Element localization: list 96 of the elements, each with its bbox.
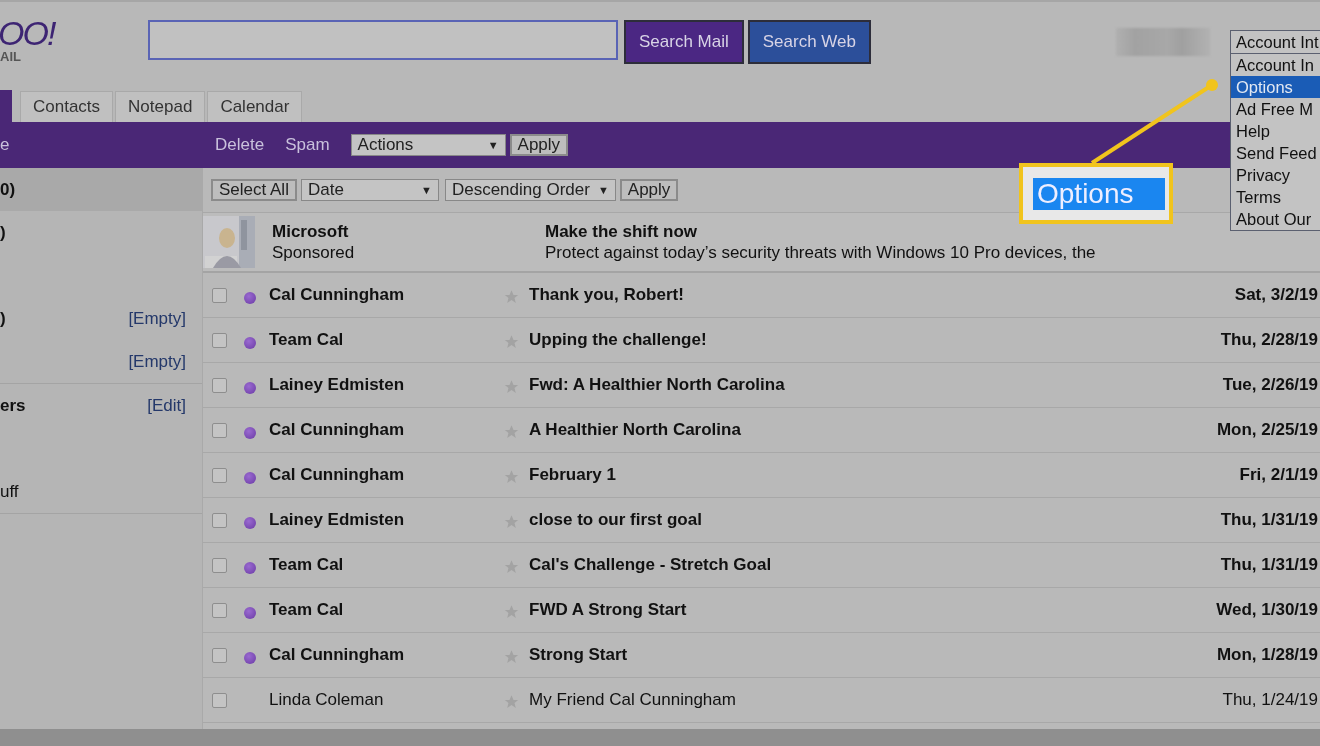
subject[interactable]: close to our first goal [529,510,1221,530]
checkbox[interactable] [212,422,227,438]
subject[interactable]: Fwd: A Healthier North Carolina [529,375,1223,395]
select-all-button[interactable]: Select All [211,179,297,201]
sender[interactable]: Cal Cunningham [269,645,503,665]
unread-dot [244,292,256,304]
unread-dot [244,382,256,394]
menu-option[interactable]: About Our [1231,208,1320,230]
search-button[interactable]: Search Mail [624,20,744,64]
sender[interactable]: Team Cal [269,555,503,575]
tab[interactable]: Calendar [207,91,303,122]
folder-action-link[interactable]: [Edit] [147,395,186,416]
subject[interactable]: Strong Start [529,645,1217,665]
logo-text: OO! [0,16,55,50]
menu-option[interactable]: Send Feed [1231,142,1320,164]
account-menu[interactable]: Account Int Account In Options Ad Free M Help Send Feed Privacy Terms About Our [1230,30,1320,231]
folder-item[interactable]: ers [Edit] [0,384,202,427]
checkbox[interactable] [212,467,227,483]
menu-option[interactable]: Options [1231,76,1320,98]
folder-item[interactable]: [Empty] [0,340,202,383]
date: Thu, 1/24/19 [1222,690,1319,710]
folder-title: e [0,135,11,155]
checkbox[interactable] [212,332,227,348]
toolbar-link[interactable]: Spam [285,135,330,155]
ad-sender: Microsoft [272,221,350,242]
apply-button[interactable]: Apply [509,134,569,156]
date: Thu, 1/31/19 [1220,510,1319,530]
checkbox[interactable] [212,512,227,528]
sender[interactable]: Cal Cunningham [269,465,503,485]
checkbox[interactable] [212,647,227,663]
unread-dot [244,607,256,619]
menu-option[interactable]: Terms [1231,186,1320,208]
ad-preview: Protect against today’s security threats with Windows 10 Pro devices, the [545,242,1096,263]
folder-label: 0) [0,179,16,200]
sender[interactable]: Lainey Edmisten [269,510,503,530]
unread-dot [244,517,256,529]
checkbox[interactable] [212,602,227,618]
ad-subject[interactable]: Make the shift now [545,221,1096,242]
menu-option[interactable]: Ad Free M [1231,98,1320,120]
checkbox[interactable] [212,377,227,393]
date: Fri, 2/1/19 [1239,465,1319,485]
search-button[interactable]: Search Web [747,20,871,64]
folder-item[interactable]: ) [Empty] [0,297,202,340]
tab[interactable]: Contacts [20,91,114,122]
subject[interactable]: A Healthier North Carolina [529,420,1217,440]
menu-value: Account Int [1231,31,1320,54]
date: Wed, 1/30/19 [1216,600,1319,620]
tab[interactable]: Notepad [115,91,206,122]
menu-option[interactable]: Help [1231,120,1320,142]
subject[interactable]: February 1 [529,465,1240,485]
sender[interactable]: Team Cal [269,330,503,350]
folder-label: ) [0,222,6,243]
folder-action-link[interactable]: [Empty] [128,351,186,372]
ad-label: Sponsored [272,242,356,263]
unread-dot [244,472,256,484]
folder-label: ) [0,308,6,329]
date: Sat, 3/2/19 [1234,285,1319,305]
unread-dot [244,562,256,574]
date: Thu, 2/28/19 [1220,330,1319,350]
checkbox[interactable] [212,557,227,573]
subject[interactable]: FWD A Strong Start [529,600,1217,620]
search-field[interactable] [148,20,618,60]
unread-dot [244,652,256,664]
folder-item[interactable]: uff [0,470,202,513]
logo-subtext: AIL [0,50,21,64]
folder-action-link[interactable]: [Empty] [128,308,186,329]
subject[interactable]: Upping the challenge! [529,330,1221,350]
subject[interactable]: Cal's Challenge - Stretch Goal [529,555,1221,575]
unread-dot [244,337,256,349]
menu-option[interactable]: Privacy [1231,164,1320,186]
folder-item[interactable]: ) [0,211,202,254]
date: Thu, 1/31/19 [1220,555,1319,575]
folder-label: uff [0,481,19,502]
subject[interactable]: My Friend Cal Cunningham [529,690,1223,710]
active-tab-edge[interactable] [0,90,12,122]
callout-label: Options [1033,177,1165,210]
date: Mon, 1/28/19 [1216,645,1319,665]
checkbox[interactable] [212,692,227,708]
toolbar-link[interactable]: Delete [215,135,265,155]
unread-dot [244,427,256,439]
sort-dropdown[interactable]: Date ▼ [300,179,439,201]
menu-option[interactable]: Account In [1231,54,1320,76]
date: Tue, 2/26/19 [1222,375,1319,395]
folder-item[interactable]: 0) [0,168,202,211]
actions-dropdown[interactable]: Actions ▼ [350,134,506,156]
date: Mon, 2/25/19 [1216,420,1319,440]
sender[interactable]: Linda Coleman [269,690,503,710]
subject[interactable]: Thank you, Robert! [529,285,1235,305]
folder-label: ers [0,395,26,416]
checkbox[interactable] [212,287,227,303]
sender[interactable]: Cal Cunningham [269,420,503,440]
apply-button[interactable]: Apply [619,179,679,201]
sender[interactable]: Lainey Edmisten [269,375,503,395]
sender[interactable]: Cal Cunningham [269,285,503,305]
order-dropdown[interactable]: Descending Order ▼ [444,179,616,201]
sender[interactable]: Team Cal [269,600,503,620]
